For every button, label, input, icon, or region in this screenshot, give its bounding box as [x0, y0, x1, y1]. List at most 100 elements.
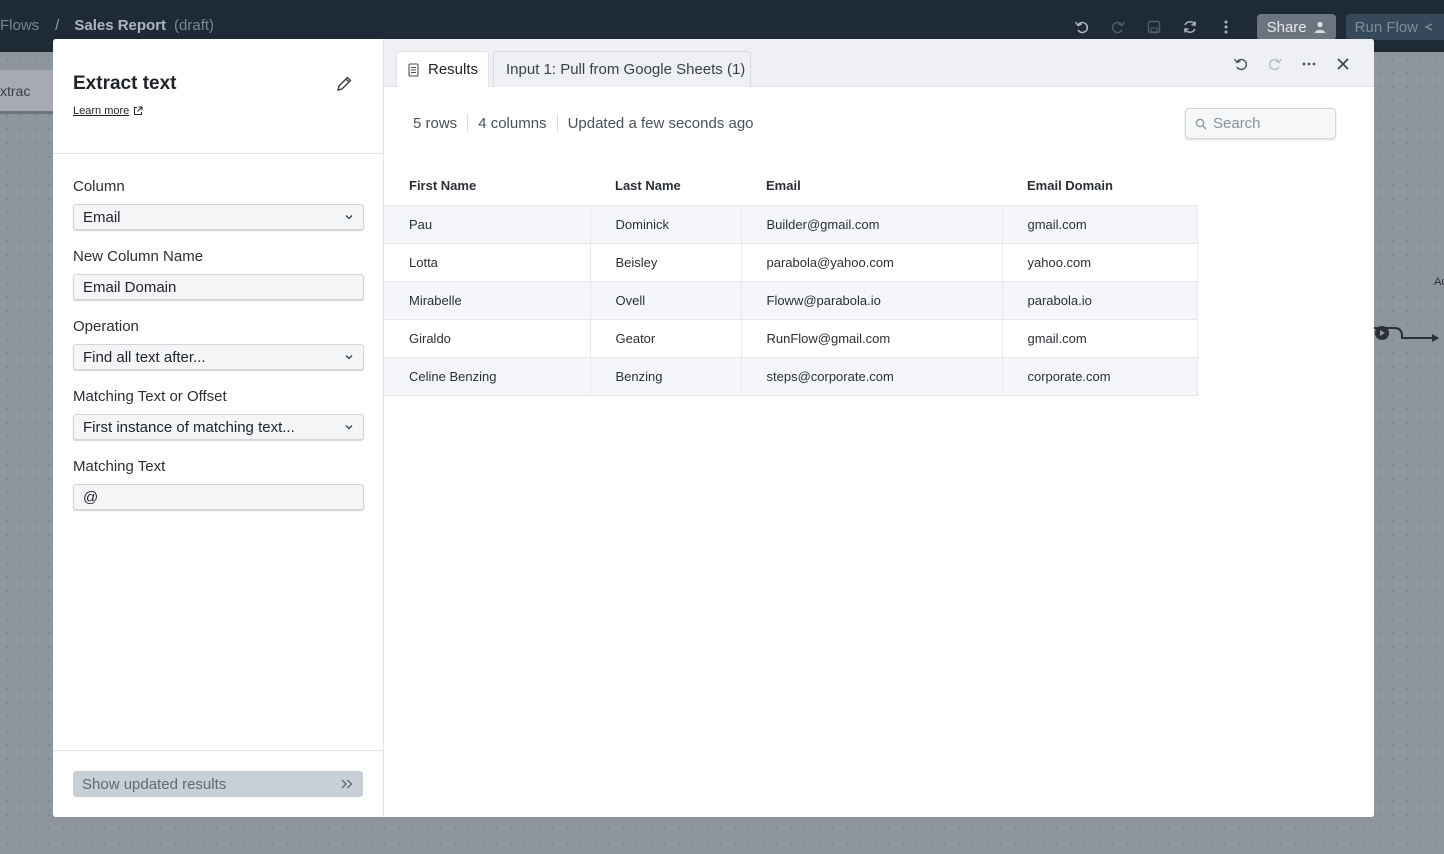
row-count: 5 rows	[413, 114, 458, 132]
more-horizontal-icon[interactable]	[1292, 54, 1326, 74]
table-cell[interactable]: Giraldo	[384, 318, 591, 357]
table-cell[interactable]: parabola.io	[1002, 280, 1198, 319]
matching-offset-field: Matching Text or Offset First instance o…	[73, 388, 364, 440]
matching-text-input[interactable]: @	[73, 484, 364, 510]
double-chevron-right-icon	[341, 779, 353, 789]
table-row: Celine Benzing Benzing steps@corporate.c…	[384, 356, 1198, 396]
background-tab-label: xtrac	[0, 83, 31, 99]
operation-select[interactable]: Find all text after...	[73, 344, 364, 370]
search-input[interactable]	[1213, 115, 1323, 132]
share-button-label: Share	[1266, 18, 1307, 36]
matching-text-value: @	[83, 488, 99, 506]
tab-results-label: Results	[428, 61, 479, 78]
show-updated-results-label: Show updated results	[82, 775, 227, 793]
tab-results[interactable]: Results	[396, 51, 489, 87]
chevron-down-icon	[345, 355, 353, 360]
table-row: Giraldo Geator RunFlow@gmail.com gmail.c…	[384, 318, 1198, 357]
run-flow-button[interactable]: Run Flow	[1345, 14, 1444, 40]
results-panel: Results Input 1: Pull from Google Sheets…	[384, 39, 1374, 817]
table-row: Pau Dominick Builder@gmail.com gmail.com	[384, 204, 1198, 243]
table-cell[interactable]: Ovell	[590, 280, 742, 319]
table-cell[interactable]: gmail.com	[1002, 318, 1198, 357]
redo-icon[interactable]	[1258, 54, 1292, 74]
run-flow-label: Run Flow	[1354, 18, 1418, 36]
new-column-name-label: New Column Name	[73, 248, 204, 265]
matching-offset-label: Matching Text or Offset	[73, 388, 227, 405]
table-cell[interactable]: Dominick	[590, 204, 742, 243]
connector-arrow-icon	[1374, 326, 1439, 342]
step-modal: Extract text Learn more Column Email New…	[53, 39, 1374, 817]
table-cell[interactable]: parabola@yahoo.com	[741, 242, 1003, 281]
breadcrumb: Flows / Sales Report (draft)	[0, 17, 214, 34]
tab-input-1[interactable]: Input 1: Pull from Google Sheets (1)	[493, 51, 751, 87]
table-cell[interactable]: corporate.com	[1002, 356, 1198, 396]
new-column-name-input[interactable]: Email Domain	[73, 274, 364, 300]
search-icon	[1195, 118, 1207, 129]
undo-icon[interactable]	[1071, 16, 1093, 38]
refresh-icon[interactable]	[1179, 16, 1201, 38]
column-header-last-name[interactable]: Last Name	[590, 167, 741, 205]
column-header-email-domain[interactable]: Email Domain	[1002, 167, 1197, 205]
learn-more-link[interactable]: Learn more	[73, 105, 143, 117]
table-cell[interactable]: Pau	[384, 204, 591, 243]
results-tab-bar: Results Input 1: Pull from Google Sheets…	[384, 39, 1374, 87]
table-cell[interactable]: Beisley	[590, 242, 742, 281]
operation-label: Operation	[73, 318, 139, 335]
operation-field: Operation Find all text after...	[73, 318, 364, 370]
table-cell[interactable]: Floww@parabola.io	[741, 280, 1003, 319]
operation-select-value: Find all text after...	[83, 348, 206, 366]
column-header-first-name[interactable]: First Name	[384, 167, 590, 205]
panel-actions	[1224, 54, 1360, 74]
more-vertical-icon[interactable]	[1215, 16, 1237, 38]
table-cell[interactable]: Celine Benzing	[384, 356, 591, 396]
close-icon[interactable]	[1326, 54, 1360, 74]
pencil-icon[interactable]	[335, 75, 353, 93]
column-select[interactable]: Email	[73, 204, 364, 230]
top-actions: Share Run Flow	[1071, 14, 1444, 40]
redo-icon[interactable]	[1107, 16, 1129, 38]
matching-offset-value: First instance of matching text...	[83, 418, 295, 436]
learn-more-label: Learn more	[73, 105, 130, 117]
undo-icon[interactable]	[1224, 54, 1258, 74]
table-cell[interactable]: Mirabelle	[384, 280, 591, 319]
external-link-icon	[134, 106, 143, 115]
column-field: Column Email	[73, 178, 364, 230]
table-cell[interactable]: Builder@gmail.com	[741, 204, 1003, 243]
chevron-down-icon	[345, 425, 353, 430]
table-cell[interactable]: RunFlow@gmail.com	[741, 318, 1003, 357]
breadcrumb-separator: /	[55, 17, 60, 34]
chevron-down-icon	[345, 215, 353, 220]
table-row: Lotta Beisley parabola@yahoo.com yahoo.c…	[384, 242, 1198, 281]
background-node-label: Ac	[1434, 276, 1444, 288]
stats-divider	[467, 114, 469, 132]
table-cell[interactable]: gmail.com	[1002, 204, 1198, 243]
user-icon	[1314, 21, 1325, 33]
results-table: First Name Last Name Email Email Domain …	[384, 167, 1198, 396]
settings-header: Extract text Learn more	[53, 39, 383, 154]
result-stats: 5 rows 4 columns Updated a few seconds a…	[413, 114, 754, 132]
table-cell[interactable]: steps@corporate.com	[741, 356, 1003, 396]
save-icon[interactable]	[1143, 16, 1165, 38]
breadcrumb-flows-link[interactable]: Flows	[0, 17, 39, 34]
column-header-email[interactable]: Email	[741, 167, 1002, 205]
step-title: Extract text	[73, 73, 177, 94]
stats-divider	[556, 114, 558, 132]
matching-offset-select[interactable]: First instance of matching text...	[73, 414, 364, 440]
updated-time: Updated a few seconds ago	[567, 114, 754, 132]
table-row: Mirabelle Ovell Floww@parabola.io parabo…	[384, 280, 1198, 319]
flow-name[interactable]: Sales Report	[74, 17, 166, 34]
column-select-value: Email	[83, 208, 121, 226]
table-cell[interactable]: Geator	[590, 318, 742, 357]
show-updated-results-button[interactable]: Show updated results	[73, 771, 363, 797]
column-count: 4 columns	[478, 114, 547, 132]
settings-form: Column Email New Column Name Email Domai…	[53, 154, 383, 510]
settings-footer: Show updated results	[53, 750, 384, 817]
share-button[interactable]: Share	[1256, 14, 1336, 40]
tab-input-1-label: Input 1: Pull from Google Sheets (1)	[506, 61, 746, 78]
table-cell[interactable]: yahoo.com	[1002, 242, 1198, 281]
table-cell[interactable]: Lotta	[384, 242, 591, 281]
table-cell[interactable]: Benzing	[590, 356, 742, 396]
new-column-name-value: Email Domain	[83, 278, 177, 296]
search-box	[1185, 108, 1336, 139]
column-label: Column	[73, 178, 125, 195]
